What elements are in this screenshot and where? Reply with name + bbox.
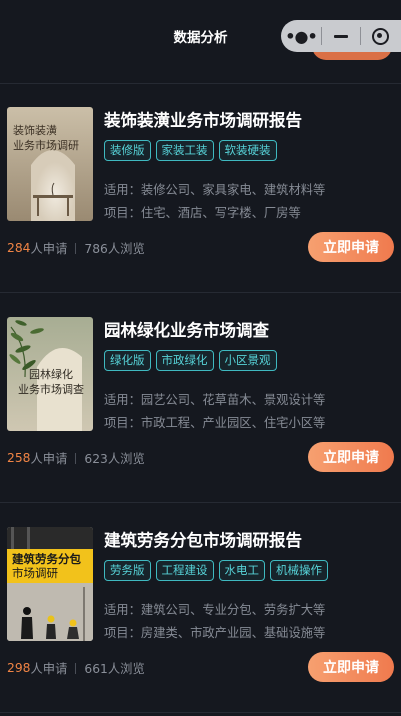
tag: 装修版 — [104, 140, 151, 161]
tag: 绿化版 — [104, 350, 151, 371]
tag: 劳务版 — [104, 560, 151, 581]
target-close-icon[interactable] — [361, 27, 399, 45]
divider — [0, 83, 401, 84]
applicable-industries: 适用：建筑公司、专业分包、劳务扩大等 — [104, 603, 326, 617]
applicant-suffix: 人申请 — [30, 662, 68, 676]
view-count: 786人浏览 — [84, 242, 145, 256]
divider — [0, 292, 401, 293]
applicant-suffix: 人申请 — [30, 452, 68, 466]
tag: 市政绿化 — [155, 350, 214, 371]
report-stats: 284 人申请 786人浏览 — [7, 239, 145, 257]
report-cover-image: 建筑劳务分包 市场调研 — [7, 527, 93, 641]
project-types: 项目：市政工程、产业园区、住宅小区等 — [104, 416, 326, 430]
applicant-suffix: 人申请 — [30, 242, 68, 256]
report-card[interactable]: 园林绿化 业务市场调查 园林绿化业务市场调查 绿化版 市政绿化 小区景观 适用：… — [0, 295, 401, 505]
minimize-icon[interactable] — [322, 34, 360, 38]
project-types: 项目：房建类、市政产业园、基础设施等 — [104, 626, 326, 640]
apply-button[interactable]: 立即申请 — [308, 442, 394, 472]
applicant-count: 284 — [7, 241, 31, 255]
tag-list: 装修版 家装工装 软装硬装 — [104, 140, 277, 161]
applicable-industries: 适用：装修公司、家具家电、建筑材料等 — [104, 183, 326, 197]
nav-header: 数据分析 •●• — [0, 0, 401, 70]
stats-separator — [75, 242, 77, 254]
report-cover-image: 装饰装潢 业务市场调研 — [7, 107, 93, 221]
mini-program-capsule: •●• — [281, 20, 401, 52]
cover-text: 园林绿化 业务市场调查 — [18, 368, 84, 396]
view-count: 623人浏览 — [84, 452, 145, 466]
report-cover-image: 园林绿化 业务市场调查 — [7, 317, 93, 431]
divider — [0, 712, 401, 713]
tag: 软装硬装 — [218, 140, 277, 161]
project-types: 项目：住宅、酒店、写字楼、厂房等 — [104, 206, 301, 220]
tag: 工程建设 — [155, 560, 214, 581]
apply-button[interactable]: 立即申请 — [308, 652, 394, 682]
apply-button[interactable]: 立即申请 — [308, 232, 394, 262]
tag: 家装工装 — [155, 140, 214, 161]
cover-text: 装饰装潢 业务市场调研 — [13, 124, 79, 152]
stats-separator — [75, 452, 77, 464]
tag: 机械操作 — [270, 560, 328, 581]
report-title[interactable]: 园林绿化业务市场调查 — [104, 317, 269, 341]
cover-text: 建筑劳务分包 市场调研 — [12, 552, 81, 580]
applicant-count: 298 — [7, 661, 31, 675]
report-stats: 298 人申请 661人浏览 — [7, 659, 145, 677]
tag-list: 劳务版 工程建设 水电工 机械操作 — [104, 560, 328, 581]
tag: 水电工 — [218, 560, 265, 581]
view-count: 661人浏览 — [84, 662, 145, 676]
more-dots-icon[interactable]: •●• — [281, 27, 321, 46]
tag: 小区景观 — [218, 350, 277, 371]
report-title[interactable]: 建筑劳务分包市场调研报告 — [104, 527, 302, 551]
tag-list: 绿化版 市政绿化 小区景观 — [104, 350, 277, 371]
applicable-industries: 适用：园艺公司、花草苗木、景观设计等 — [104, 393, 326, 407]
report-stats: 258 人申请 623人浏览 — [7, 449, 145, 467]
applicant-count: 258 — [7, 451, 31, 465]
report-card[interactable]: 建筑劳务分包 市场调研 建筑劳务分包市场调研报告 劳务版 工程建设 水电工 机械… — [0, 505, 401, 715]
report-title[interactable]: 装饰装潢业务市场调研报告 — [104, 107, 302, 131]
divider — [0, 502, 401, 503]
report-card[interactable]: 装饰装潢 业务市场调研 装饰装潢业务市场调研报告 装修版 家装工装 软装硬装 适… — [0, 85, 401, 295]
stats-separator — [75, 662, 77, 674]
